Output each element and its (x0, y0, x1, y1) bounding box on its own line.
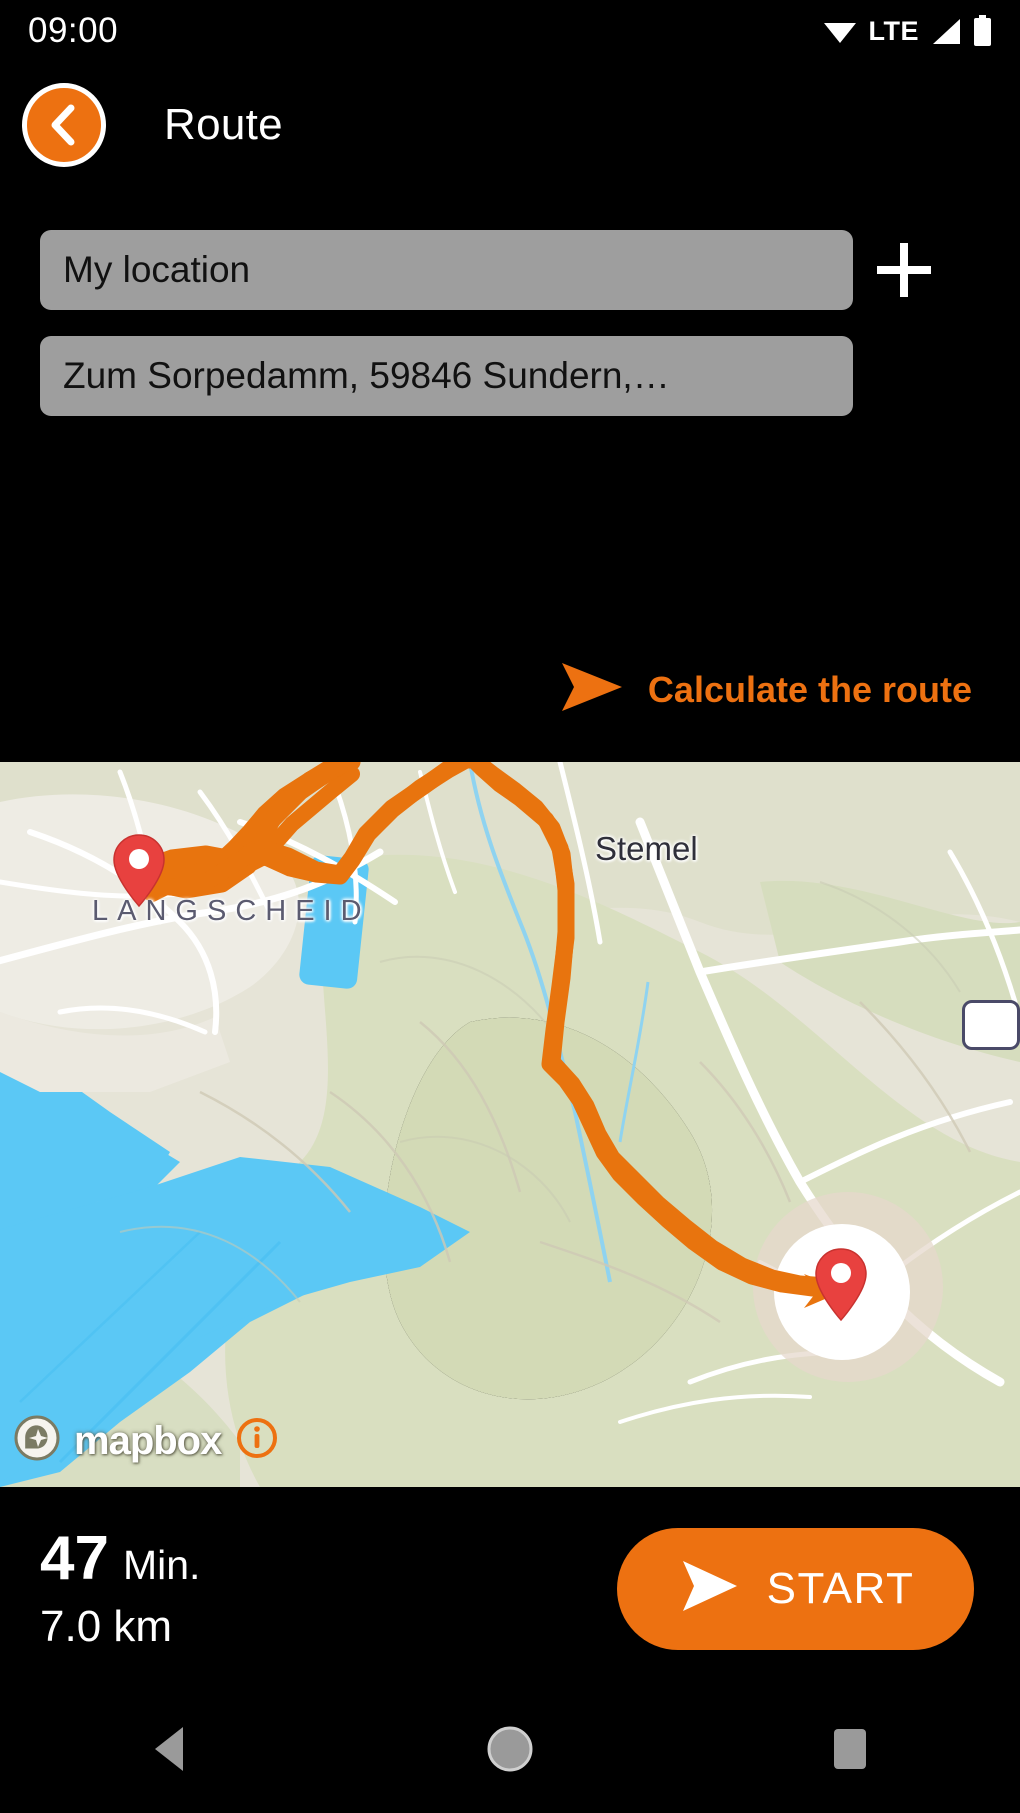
back-button[interactable] (22, 82, 106, 167)
map-view[interactable] (0, 762, 1020, 1487)
origin-row: My location (0, 230, 1020, 310)
page-title: Route (164, 99, 283, 149)
calculate-route-button[interactable]: Calculate the route (0, 660, 1020, 719)
arrow-right-icon (558, 660, 626, 719)
battery-icon (973, 15, 992, 47)
back-triangle-icon (149, 1725, 191, 1778)
destination-input[interactable]: Zum Sorpedamm, 59846 Sundern,… (40, 336, 853, 416)
app-screen: 09:00 LTE Route My location Zum Sorpedam… (0, 0, 1020, 1813)
start-button[interactable]: START (617, 1527, 974, 1650)
trip-stats: 47 Min. 7.0 km (40, 1524, 201, 1652)
trip-summary-bar: 47 Min. 7.0 km START (0, 1487, 1020, 1690)
network-type-label: LTE (868, 15, 919, 46)
destination-marker[interactable] (812, 1246, 870, 1324)
origin-value: My location (63, 249, 251, 290)
play-arrow-icon (677, 1557, 741, 1620)
start-marker[interactable] (110, 832, 168, 910)
destination-value: Zum Sorpedamm, 59846 Sundern,… (63, 355, 670, 396)
mapbox-logo-icon[interactable] (14, 1415, 60, 1466)
origin-input[interactable]: My location (40, 230, 853, 310)
signal-icon (931, 18, 961, 45)
nav-back-button[interactable] (70, 1690, 270, 1813)
nav-home-button[interactable] (410, 1690, 610, 1813)
status-bar: 09:00 LTE (0, 0, 1020, 62)
trip-duration-unit: Min. (122, 1542, 201, 1589)
add-waypoint-button[interactable] (861, 239, 947, 301)
route-form: My location Zum Sorpedamm, 59846 Sundern… (0, 230, 1020, 416)
recents-square-icon (829, 1726, 871, 1777)
trip-distance: 7.0 km (40, 1602, 173, 1652)
status-bar-clock: 09:00 (28, 11, 119, 50)
destination-row: Zum Sorpedamm, 59846 Sundern,… (0, 336, 1020, 416)
android-nav-bar (0, 1690, 1020, 1813)
trip-duration-value: 47 (40, 1524, 109, 1594)
calculate-route-label: Calculate the route (647, 668, 972, 710)
status-bar-icons: LTE (823, 15, 993, 47)
wifi-icon (823, 18, 857, 44)
road-shield-badge (962, 1000, 1020, 1050)
start-button-label: START (766, 1563, 915, 1613)
map-attribution: mapbox (14, 1415, 279, 1466)
mapbox-logo-text[interactable]: mapbox (74, 1421, 222, 1461)
home-circle-icon (485, 1724, 535, 1779)
map-info-icon[interactable] (235, 1416, 279, 1465)
app-header: Route (0, 62, 1020, 187)
chevron-left-icon (44, 102, 84, 148)
nav-recents-button[interactable] (750, 1690, 950, 1813)
plus-icon (873, 239, 935, 301)
